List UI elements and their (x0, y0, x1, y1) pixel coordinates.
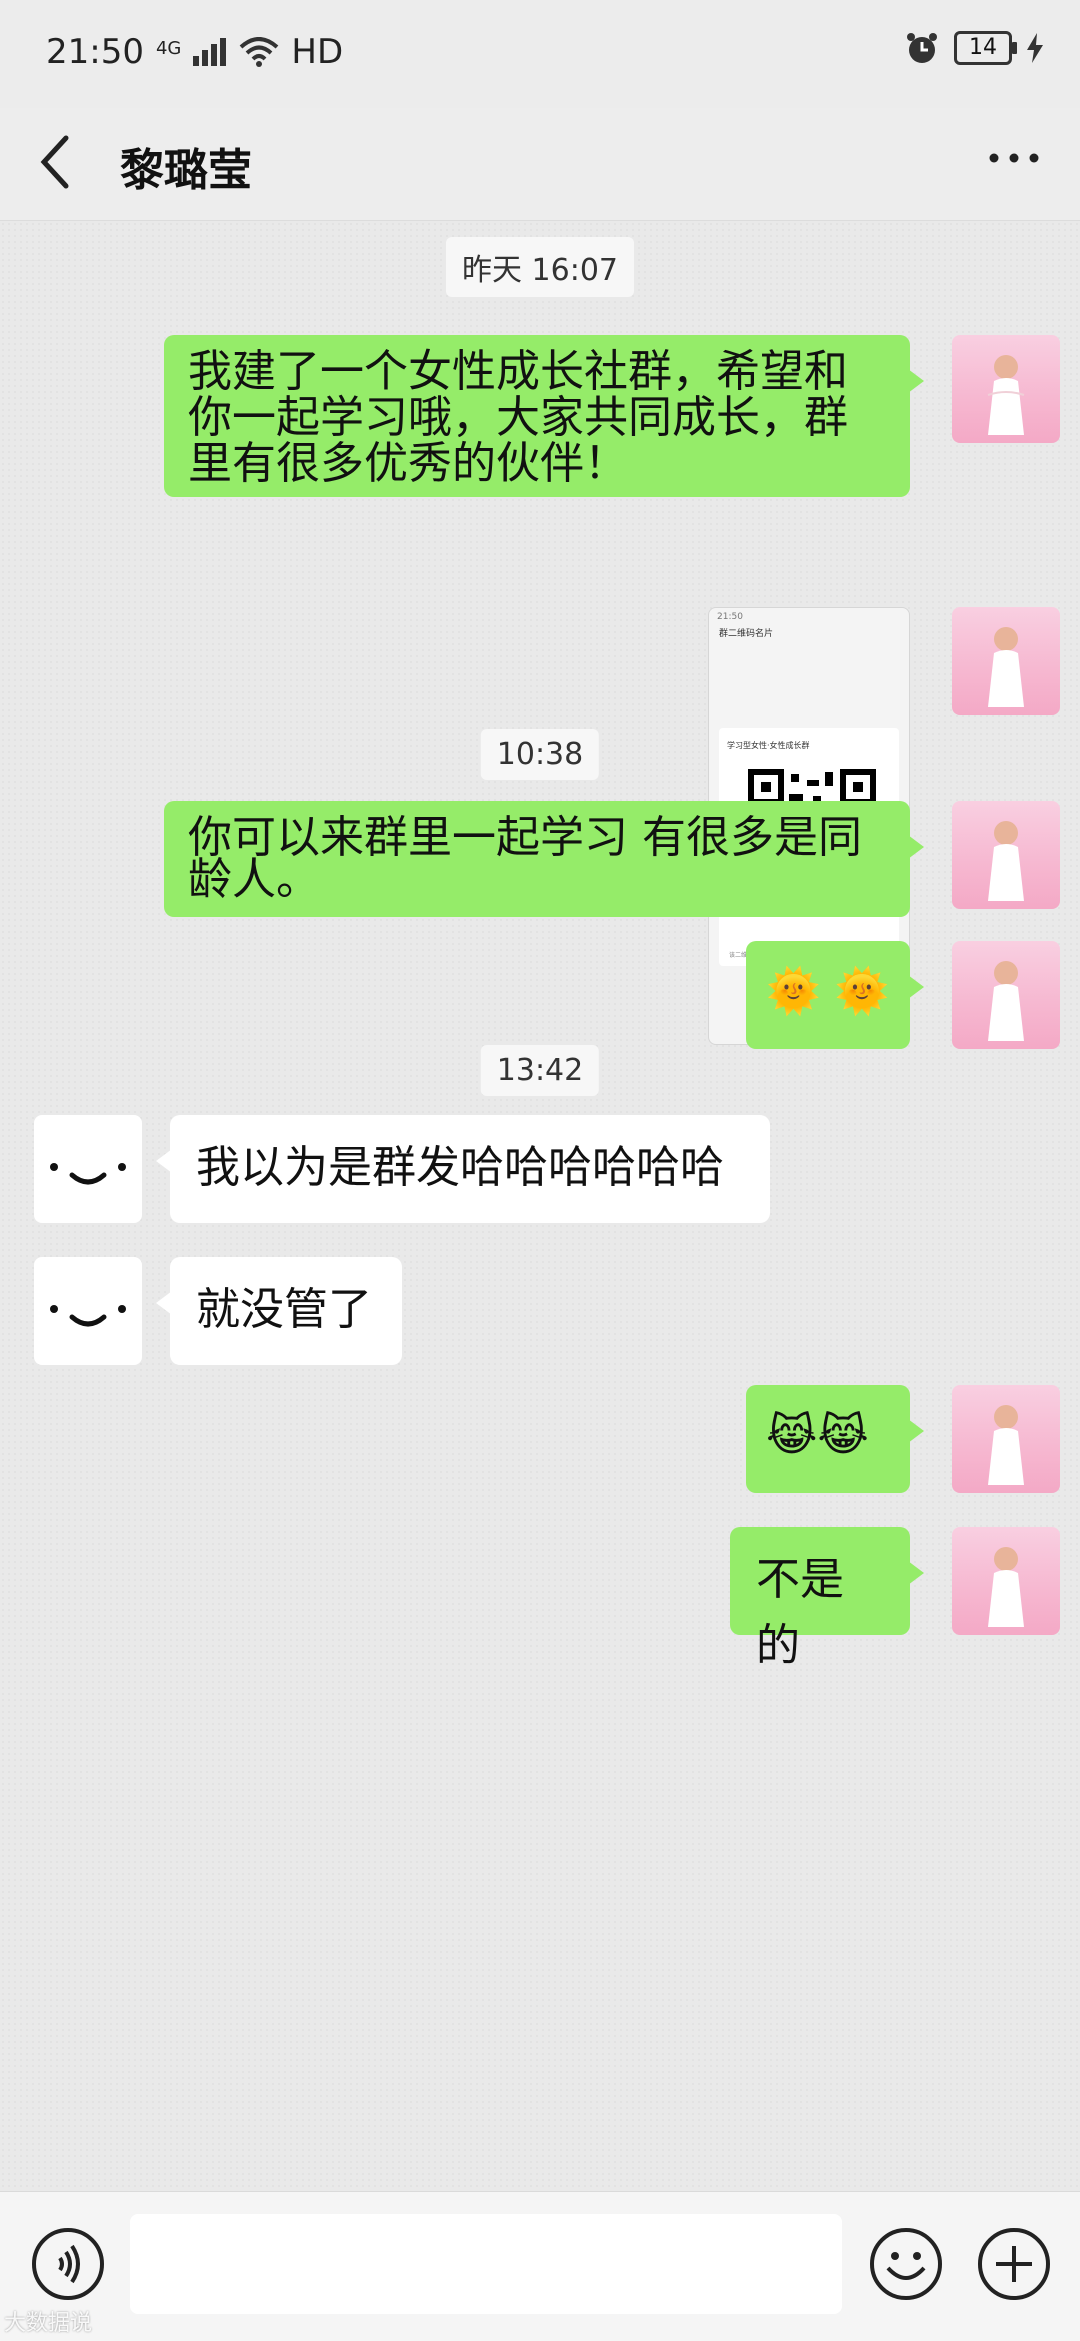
message-input[interactable] (130, 2214, 842, 2314)
avatar-photo-icon (988, 627, 1024, 707)
image-title: 群二维码名片 (719, 629, 774, 639)
avatar-self[interactable] (952, 1385, 1060, 1493)
avatar-contact[interactable] (34, 1257, 142, 1365)
avatar-photo-icon (988, 1405, 1024, 1485)
chat-title: 黎璐莹 (120, 145, 252, 196)
chat-area[interactable]: 昨天 16:07 我建了一个女性成长社群，希望和你一起学习哦，大家共同成长，群里… (0, 221, 1080, 2191)
message-bubble[interactable]: 不是的 (730, 1527, 924, 1671)
voice-icon[interactable] (30, 2226, 106, 2302)
plus-icon[interactable] (976, 2226, 1052, 2302)
status-right: 14 (904, 30, 1044, 66)
message-text: 不是的 (756, 1554, 844, 1671)
timestamp: 昨天 16:07 (446, 237, 634, 297)
wifi-icon (240, 37, 279, 67)
more-dots-icon[interactable] (984, 138, 1044, 178)
avatar-self[interactable] (952, 801, 1060, 909)
smiley-face-icon (50, 1305, 126, 1327)
message-bubble[interactable]: 你可以来群里一起学习 有很多是同龄人。 (164, 801, 924, 917)
chevron-left-icon[interactable] (34, 132, 74, 192)
qr-group-name: 学习型女性·女性成长群 (727, 741, 810, 750)
emoji-icon[interactable] (868, 2226, 944, 2302)
avatar-photo-icon (987, 355, 1025, 435)
message-bubble[interactable]: 我以为是群发哈哈哈哈哈哈 (156, 1115, 770, 1223)
avatar-self[interactable] (952, 1527, 1060, 1635)
watermark: 大数据说 (4, 2311, 93, 2336)
chat-header: 黎璐莹 (0, 108, 1080, 221)
timestamp: 13:42 (480, 1045, 600, 1096)
message-bubble[interactable]: 我建了一个女性成长社群，希望和你一起学习哦，大家共同成长，群里有很多优秀的伙伴！ (164, 335, 924, 497)
avatar-contact[interactable] (34, 1115, 142, 1223)
timestamp: 10:38 (480, 729, 600, 780)
sun-emoji-text: 🌞 🌞 (766, 966, 890, 1017)
message-text: 你可以来群里一起学习 有很多是同龄人。 (188, 812, 862, 905)
message-bubble[interactable]: 就没管了 (156, 1257, 402, 1365)
avatar-photo-icon (988, 961, 1024, 1041)
avatar-photo-icon (988, 821, 1024, 901)
signal-icon: 4G (156, 38, 181, 59)
avatar-self[interactable] (952, 607, 1060, 715)
alarm-clock-icon (907, 33, 937, 63)
avatar-photo-icon (988, 1547, 1024, 1627)
laughing-emoji-text: 😹😹 (766, 1410, 869, 1461)
charging-icon (1027, 33, 1043, 63)
message-text: 我建了一个女性成长社群，希望和你一起学习哦，大家共同成长，群里有很多优秀的伙伴！ (188, 346, 848, 489)
signal-bars-icon (193, 38, 227, 66)
image-status-time: 21:50 (717, 612, 743, 622)
avatar-self[interactable] (952, 335, 1060, 443)
status-left: 21:50 4G HD (46, 32, 343, 72)
status-time: 21:50 (46, 32, 144, 72)
message-bubble[interactable]: 🌞 🌞 (746, 941, 924, 1049)
battery-indicator: 14 (954, 31, 1017, 65)
smiley-face-icon (50, 1163, 126, 1185)
avatar-self[interactable] (952, 941, 1060, 1049)
message-text: 我以为是群发哈哈哈哈哈哈 (196, 1142, 724, 1193)
status-bar: 21:50 4G HD 14 (0, 0, 1080, 108)
input-bar: 大数据说 (0, 2191, 1080, 2341)
network-type: 4G (155, 37, 182, 59)
message-bubble[interactable]: 😹😹 (746, 1385, 924, 1493)
message-text: 就没管了 (196, 1284, 372, 1335)
hd-label: HD (291, 32, 344, 72)
